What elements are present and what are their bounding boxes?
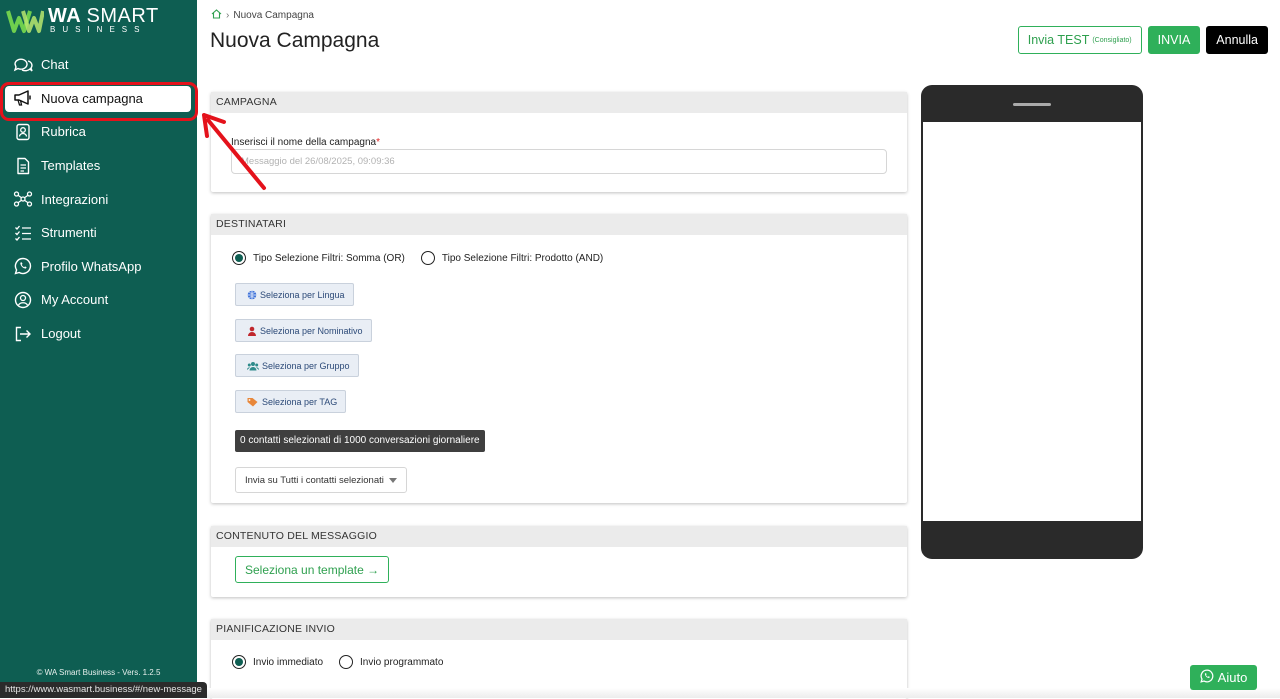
select-template-button[interactable]: Seleziona un template → bbox=[235, 556, 390, 583]
logout-icon bbox=[13, 324, 33, 344]
sidebar: WA SMART BUSINESS Chat Nuova campagna Ru… bbox=[0, 0, 197, 698]
logo[interactable]: WA SMART BUSINESS bbox=[6, 6, 159, 36]
radio-send-immediate[interactable] bbox=[232, 655, 246, 669]
send-test-label: Invia TEST bbox=[1027, 33, 1090, 47]
help-label: Aiuto bbox=[1217, 670, 1248, 685]
select-by-tag-button[interactable]: Seleziona per TAG bbox=[235, 390, 347, 413]
sidebar-item-rubrica[interactable]: Rubrica bbox=[0, 115, 197, 149]
sidebar-item-logout[interactable]: Logout bbox=[0, 317, 197, 351]
required-mark: * bbox=[376, 137, 380, 148]
recipients-card: DESTINATARI Tipo Selezione Filtri: Somma… bbox=[211, 214, 907, 503]
integration-icon bbox=[13, 189, 33, 209]
sidebar-item-label: My Account bbox=[41, 292, 109, 308]
scheduling-card-header: PIANIFICAZIONE INVIO bbox=[211, 619, 907, 640]
home-icon[interactable] bbox=[211, 9, 222, 22]
campaign-name-input[interactable]: Messaggio del 26/08/2025, 09:09:36 bbox=[231, 149, 887, 174]
logo-subtitle: BUSINESS bbox=[50, 25, 147, 34]
sidebar-item-label: Strumenti bbox=[41, 225, 97, 241]
megaphone-icon bbox=[13, 88, 33, 108]
sidebar-item-label: Integrazioni bbox=[41, 191, 109, 207]
select-by-language-label: Seleziona per Lingua bbox=[260, 289, 345, 300]
radio-send-scheduled[interactable] bbox=[339, 655, 354, 669]
campaign-name-label-text: Inserisci il nome della campagna bbox=[231, 137, 377, 148]
copyright: © WA Smart Business - Vers. 1.2.5 bbox=[36, 668, 161, 677]
user-icon bbox=[247, 326, 257, 336]
logo-title-bold: WA bbox=[48, 5, 81, 27]
phone-preview bbox=[921, 85, 1143, 559]
sidebar-item-my-account[interactable]: My Account bbox=[0, 283, 197, 317]
breadcrumb-current: Nuova Campagna bbox=[233, 10, 314, 21]
send-timing-radio-group: Invio immediato Invio programmato bbox=[232, 655, 443, 669]
select-by-tag-label: Seleziona per TAG bbox=[262, 396, 338, 407]
wa-logo-icon bbox=[6, 8, 45, 34]
whatsapp-icon bbox=[1199, 669, 1214, 686]
message-content-card-header: CONTENUTO DEL MESSAGGIO bbox=[211, 526, 907, 547]
chat-icon bbox=[13, 55, 33, 75]
sidebar-item-chat[interactable]: Chat bbox=[0, 48, 197, 82]
breadcrumb-separator: › bbox=[226, 10, 230, 21]
recipients-card-header: DESTINATARI bbox=[211, 214, 907, 235]
radio-filter-or[interactable] bbox=[232, 251, 246, 265]
sidebar-item-label: Rubrica bbox=[41, 124, 86, 140]
sidebar-item-profilo-whatsapp[interactable]: Profilo WhatsApp bbox=[0, 250, 197, 284]
sidebar-item-integrazioni[interactable]: Integrazioni bbox=[0, 182, 197, 216]
bottom-shade bbox=[197, 688, 1280, 698]
top-actions: Invia TEST (Consigliato) INVIA Annulla bbox=[1017, 26, 1268, 54]
campaign-card-header: CAMPAGNA bbox=[211, 92, 907, 113]
send-target-value: Invia su Tutti i contatti selezionati bbox=[245, 474, 384, 486]
filter-and-label: Tipo Selezione Filtri: Prodotto (AND) bbox=[441, 252, 604, 264]
caret-down-icon bbox=[388, 477, 397, 483]
send-immediate-label: Invio immediato bbox=[253, 656, 324, 668]
select-by-name-button[interactable]: Seleziona per Nominativo bbox=[235, 319, 372, 342]
phone-speaker bbox=[1013, 103, 1051, 106]
help-button[interactable]: Aiuto bbox=[1190, 665, 1257, 690]
message-content-card: CONTENUTO DEL MESSAGGIO Seleziona un tem… bbox=[211, 526, 907, 597]
select-by-group-button[interactable]: Seleziona per Gruppo bbox=[235, 354, 359, 377]
select-by-language-button[interactable]: Seleziona per Lingua bbox=[235, 283, 354, 306]
tags-icon bbox=[247, 397, 259, 407]
document-icon bbox=[13, 156, 33, 176]
sidebar-item-label: Profilo WhatsApp bbox=[41, 258, 142, 274]
user-circle-icon bbox=[13, 290, 33, 310]
radio-filter-and[interactable] bbox=[420, 251, 435, 265]
send-test-note: (Consigliato) bbox=[1092, 36, 1132, 44]
filter-or-label: Tipo Selezione Filtri: Somma (OR) bbox=[253, 252, 405, 264]
sidebar-item-templates[interactable]: Templates bbox=[0, 149, 197, 183]
sidebar-item-label: Logout bbox=[41, 326, 81, 342]
send-test-button[interactable]: Invia TEST (Consigliato) bbox=[1017, 26, 1142, 54]
status-bar-url: https://www.wasmart.business/#/new-messa… bbox=[0, 682, 207, 698]
sidebar-item-strumenti[interactable]: Strumenti bbox=[0, 216, 197, 250]
campaign-card: CAMPAGNA Inserisci il nome della campagn… bbox=[211, 92, 907, 192]
filter-type-radio-group: Tipo Selezione Filtri: Somma (OR) Tipo S… bbox=[232, 251, 603, 265]
sidebar-item-label: Templates bbox=[41, 158, 101, 174]
send-scheduled-label: Invio programmato bbox=[360, 656, 444, 668]
selected-contacts-counter: 0 contatti selezionati di 1000 conversaz… bbox=[235, 430, 485, 452]
globe-icon bbox=[247, 290, 257, 300]
select-by-name-label: Seleziona per Nominativo bbox=[260, 325, 363, 336]
send-target-dropdown[interactable]: Invia su Tutti i contatti selezionati bbox=[235, 467, 407, 493]
whatsapp-icon bbox=[13, 256, 33, 276]
logo-title-thin: SMART bbox=[86, 5, 159, 27]
cancel-button[interactable]: Annulla bbox=[1206, 26, 1268, 54]
breadcrumb: › Nuova Campagna bbox=[211, 9, 314, 22]
users-group-icon bbox=[247, 361, 259, 371]
scheduling-card: PIANIFICAZIONE INVIO Invio immediato Inv… bbox=[211, 619, 907, 699]
select-by-group-label: Seleziona per Gruppo bbox=[262, 360, 350, 371]
sidebar-item-label: Chat bbox=[41, 57, 69, 73]
sidebar-item-label: Nuova campagna bbox=[41, 90, 143, 106]
page-title: Nuova Campagna bbox=[210, 29, 380, 52]
checklist-icon bbox=[13, 223, 33, 243]
contact-book-icon bbox=[13, 122, 33, 142]
sidebar-menu: Chat Nuova campagna Rubrica Templates In… bbox=[0, 48, 197, 350]
campaign-name-label: Inserisci il nome della campagna* bbox=[231, 137, 380, 148]
sidebar-item-nuova-campagna[interactable]: Nuova campagna bbox=[0, 82, 197, 116]
send-button[interactable]: INVIA bbox=[1147, 26, 1201, 54]
phone-preview-screen bbox=[923, 122, 1141, 521]
